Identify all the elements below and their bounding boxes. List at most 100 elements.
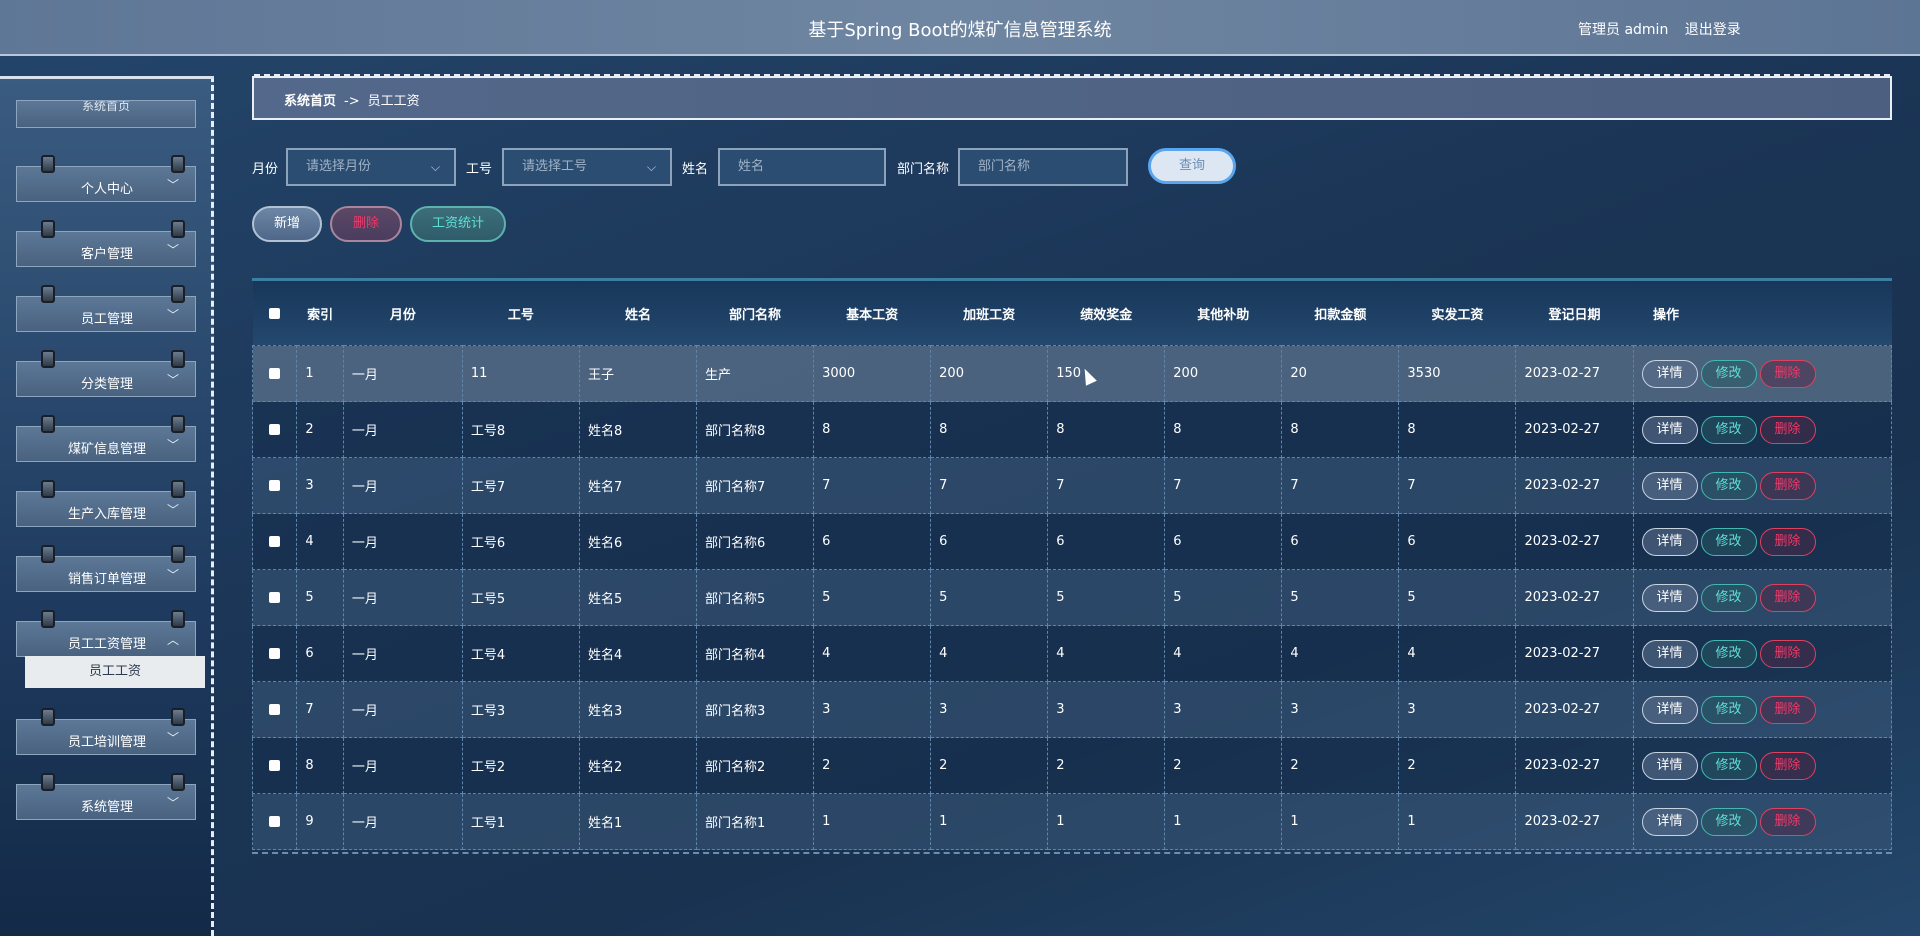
- sidebar-item[interactable]: 个人中心 ﹀: [16, 155, 196, 202]
- edit-button[interactable]: 修改: [1700, 527, 1757, 556]
- select-all-checkbox[interactable]: [252, 281, 297, 346]
- table-cell: 工号3: [461, 681, 580, 738]
- row-checkbox[interactable]: [251, 401, 298, 458]
- table-cell: 工号6: [461, 513, 580, 570]
- table-cell: 7: [1047, 457, 1166, 514]
- table-cell: 9: [296, 793, 344, 850]
- sidebar-item[interactable]: 生产入库管理 ﹀: [16, 480, 196, 527]
- detail-button[interactable]: 详情: [1641, 639, 1698, 668]
- chevron-up-icon: ︿: [166, 633, 179, 647]
- delete-row-button[interactable]: 删除: [1759, 639, 1816, 668]
- sidebar-item[interactable]: 员工管理 ﹀: [16, 285, 196, 332]
- name-label: 姓名: [682, 162, 709, 177]
- delete-row-button[interactable]: 删除: [1759, 807, 1816, 836]
- row-checkbox[interactable]: [251, 625, 298, 682]
- edit-button[interactable]: 修改: [1700, 751, 1757, 780]
- row-checkbox[interactable]: [251, 681, 298, 738]
- sidebar-item[interactable]: 客户管理 ﹀: [16, 220, 196, 267]
- table-row: 1 一月 11 王子 生产 3000 200 150 200 20 3530 2023-02-27 详情…: [251, 345, 1893, 402]
- sidebar-item[interactable]: 销售订单管理 ﹀: [16, 545, 196, 592]
- table-cell: 一月: [342, 681, 463, 738]
- clip-icon: [171, 155, 185, 173]
- sidebar-item[interactable]: 煤矿信息管理 ﹀: [16, 415, 196, 462]
- delete-row-button[interactable]: 删除: [1759, 471, 1816, 500]
- delete-row-button[interactable]: 删除: [1759, 359, 1816, 388]
- table-row: 7 一月 工号3 姓名3 部门名称3 3 3 3 3 3 3 2023-02-27 详情 修改 删除: [251, 681, 1893, 738]
- row-checkbox[interactable]: [251, 457, 298, 514]
- table-cell: 2023-02-27: [1515, 401, 1634, 458]
- chevron-down-icon: ﹀: [166, 178, 179, 192]
- row-actions: 详情 修改 删除: [1632, 793, 1893, 850]
- edit-button[interactable]: 修改: [1700, 471, 1757, 500]
- edit-button[interactable]: 修改: [1700, 695, 1757, 724]
- detail-button[interactable]: 详情: [1641, 415, 1698, 444]
- table-cell: 工号8: [461, 401, 580, 458]
- dept-input[interactable]: 部门名称: [958, 148, 1128, 186]
- table-cell: 6: [1047, 513, 1166, 570]
- detail-button[interactable]: 详情: [1641, 807, 1698, 836]
- table-cell: 200: [1164, 345, 1283, 402]
- table-cell: 1: [813, 793, 932, 850]
- table-cell: 2: [930, 737, 1049, 794]
- row-checkbox[interactable]: [251, 569, 298, 626]
- edit-button[interactable]: 修改: [1700, 359, 1757, 388]
- column-header: 其他补助: [1164, 281, 1282, 346]
- sidebar-item-home[interactable]: 系统首页: [16, 100, 196, 128]
- table-cell: 工号2: [461, 737, 580, 794]
- edit-button[interactable]: 修改: [1700, 639, 1757, 668]
- table-cell: 8: [1398, 401, 1517, 458]
- column-header: 基本工资: [813, 281, 931, 346]
- table-cell: 7: [1281, 457, 1400, 514]
- row-actions: 详情 修改 删除: [1632, 401, 1893, 458]
- row-checkbox[interactable]: [251, 513, 298, 570]
- table-cell: 姓名4: [578, 625, 698, 682]
- month-placeholder: 请选择月份: [306, 159, 372, 174]
- sidebar-item[interactable]: 员工工资管理 ︿: [16, 610, 196, 657]
- sidebar-item[interactable]: 分类管理 ﹀: [16, 350, 196, 397]
- detail-button[interactable]: 详情: [1641, 583, 1698, 612]
- logout-link[interactable]: 退出登录: [1685, 22, 1741, 38]
- sidebar-item[interactable]: 员工培训管理 ﹀: [16, 708, 196, 755]
- salary-stats-button[interactable]: 工资统计: [410, 206, 506, 242]
- detail-button[interactable]: 详情: [1641, 471, 1698, 500]
- sidebar-item[interactable]: 系统管理 ﹀: [16, 773, 196, 820]
- table-cell: 工号7: [461, 457, 580, 514]
- column-header: 姓名: [579, 281, 697, 346]
- breadcrumb-home[interactable]: 系统首页: [284, 94, 336, 109]
- detail-button[interactable]: 详情: [1641, 527, 1698, 556]
- row-checkbox[interactable]: [251, 793, 298, 850]
- table-cell: 姓名2: [578, 737, 698, 794]
- clip-icon: [171, 708, 185, 726]
- row-actions: 详情 修改 删除: [1632, 681, 1893, 738]
- edit-button[interactable]: 修改: [1700, 807, 1757, 836]
- detail-button[interactable]: 详情: [1641, 359, 1698, 388]
- delete-row-button[interactable]: 删除: [1759, 695, 1816, 724]
- delete-row-button[interactable]: 删除: [1759, 415, 1816, 444]
- delete-row-button[interactable]: 删除: [1759, 751, 1816, 780]
- chevron-down-icon: ﹀: [166, 731, 179, 745]
- chevron-down-icon: ⌵: [646, 160, 656, 174]
- table-cell: 6: [296, 625, 344, 682]
- job-number-select[interactable]: 请选择工号 ⌵: [502, 148, 672, 186]
- add-button[interactable]: 新增: [252, 206, 322, 242]
- delete-row-button[interactable]: 删除: [1759, 527, 1816, 556]
- edit-button[interactable]: 修改: [1700, 415, 1757, 444]
- query-button[interactable]: 查询: [1148, 148, 1236, 184]
- row-checkbox[interactable]: [251, 345, 298, 402]
- column-header: 加班工资: [930, 281, 1048, 346]
- month-select[interactable]: 请选择月份 ⌵: [286, 148, 456, 186]
- column-header: 月份: [343, 281, 463, 346]
- table-cell: 部门名称7: [696, 457, 815, 514]
- detail-button[interactable]: 详情: [1641, 695, 1698, 724]
- row-checkbox[interactable]: [251, 737, 298, 794]
- clip-icon: [41, 610, 55, 628]
- delete-button[interactable]: 删除: [330, 206, 402, 242]
- name-input[interactable]: 姓名: [718, 148, 886, 186]
- sidebar-subitem-salary[interactable]: 员工工资: [25, 656, 205, 688]
- detail-button[interactable]: 详情: [1641, 751, 1698, 780]
- table-cell: 5: [813, 569, 932, 626]
- edit-button[interactable]: 修改: [1700, 583, 1757, 612]
- table-cell: 8: [296, 737, 344, 794]
- table-cell: 6: [813, 513, 932, 570]
- delete-row-button[interactable]: 删除: [1759, 583, 1816, 612]
